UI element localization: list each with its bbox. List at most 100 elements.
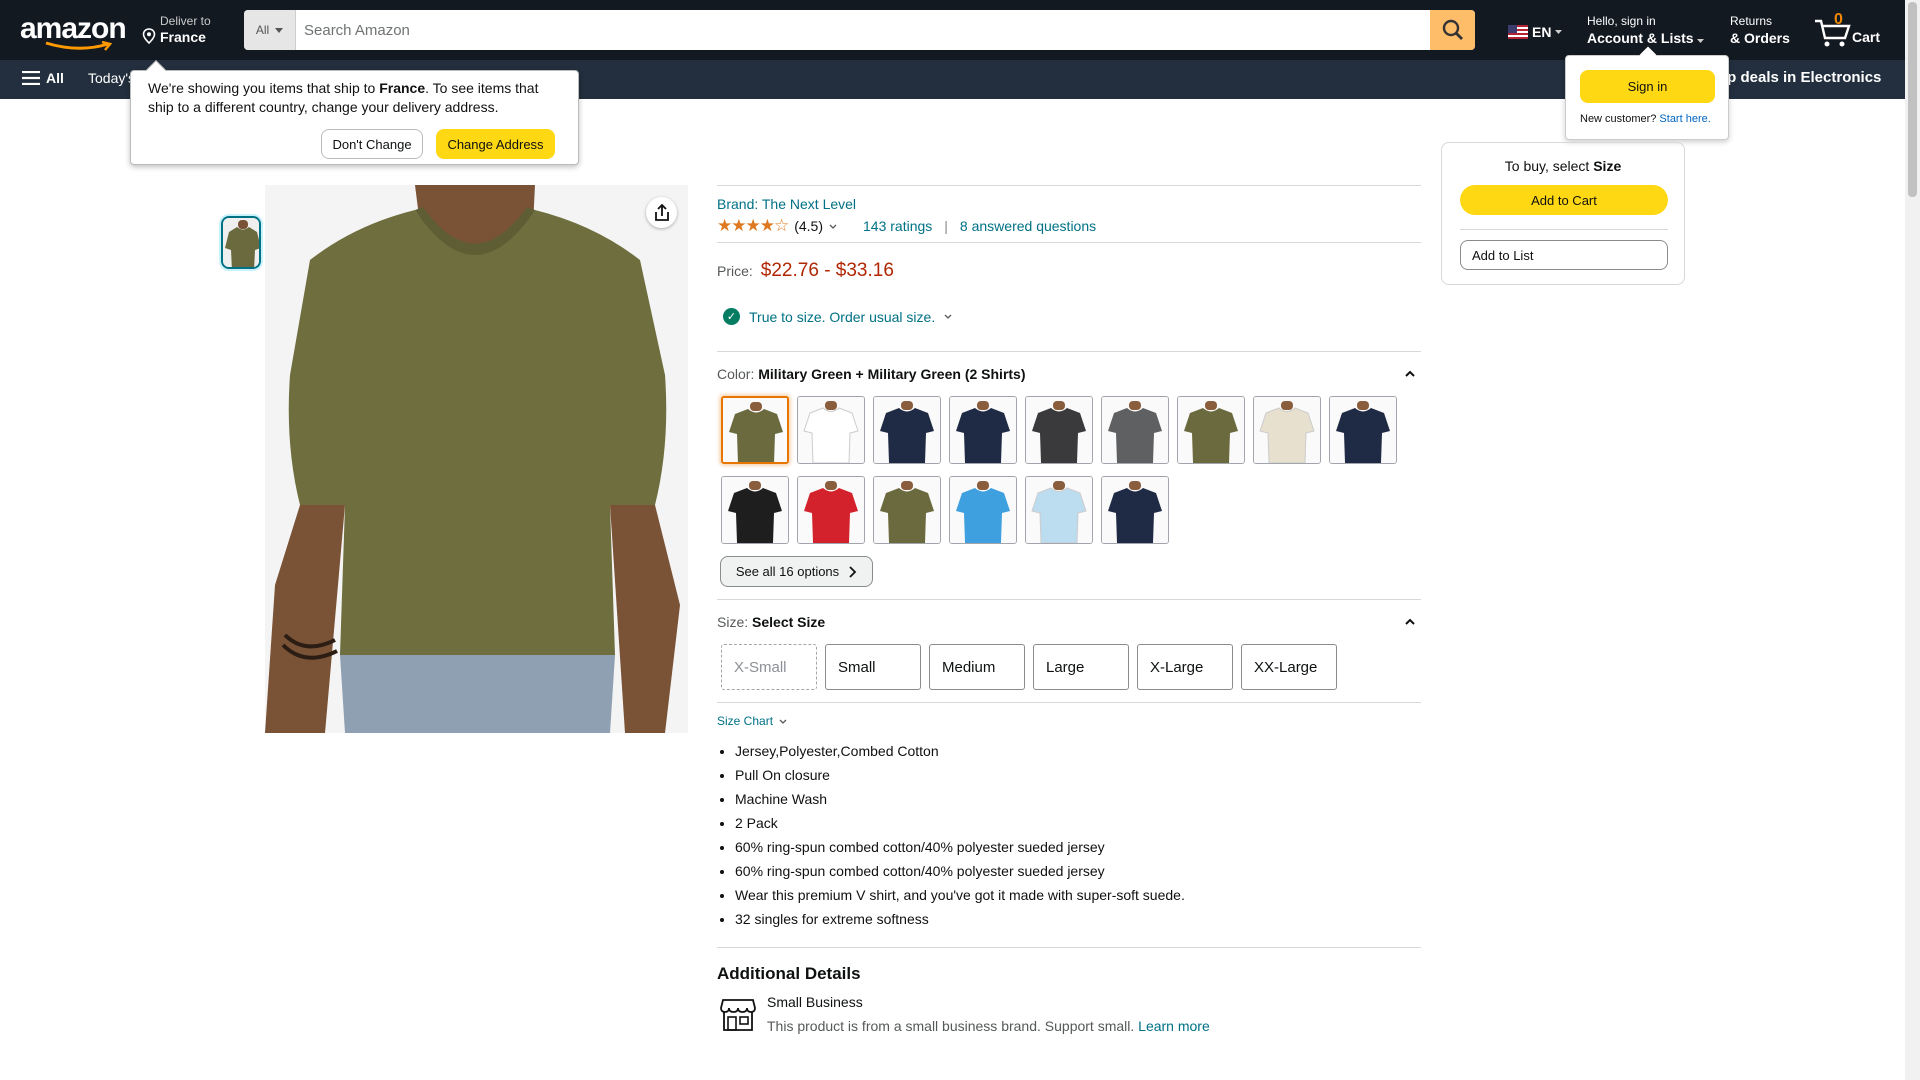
top-navbar: amazon Deliver to France All EN Hello, s… bbox=[0, 0, 1905, 60]
price-range: $22.76 - $33.16 bbox=[760, 260, 894, 281]
learn-more-link[interactable]: Learn more bbox=[1138, 1018, 1210, 1034]
account-menu[interactable]: Hello, sign in Account & Lists bbox=[1587, 14, 1705, 46]
shirt-swatch-image bbox=[798, 397, 864, 463]
caret-down-icon bbox=[1697, 39, 1705, 43]
signin-popover: Sign in New customer? Start here. bbox=[1565, 46, 1729, 140]
change-address-button[interactable]: Change Address bbox=[436, 129, 555, 159]
us-flag-icon bbox=[1508, 25, 1528, 39]
search-button[interactable] bbox=[1430, 10, 1475, 50]
dont-change-button[interactable]: Don't Change bbox=[321, 129, 423, 159]
chevron-down-icon bbox=[779, 719, 787, 724]
chevron-down-icon[interactable] bbox=[829, 224, 837, 229]
shirt-swatch-image bbox=[722, 477, 788, 543]
search-input[interactable] bbox=[296, 10, 1430, 50]
todays-deals-link[interactable]: Today's bbox=[88, 70, 135, 86]
all-menu-button[interactable]: All bbox=[22, 70, 64, 86]
color-swatch[interactable] bbox=[873, 396, 941, 464]
search-category-dropdown[interactable]: All bbox=[244, 10, 296, 50]
rating-row: ★★★★☆ (4.5) 143 ratings | 8 answered que… bbox=[717, 216, 1096, 236]
cart-label: Cart bbox=[1852, 29, 1881, 45]
cart-count: 0 bbox=[1834, 11, 1843, 28]
product-thumbnail[interactable] bbox=[221, 216, 261, 269]
size-xxlarge-button[interactable]: XX-Large bbox=[1241, 644, 1337, 690]
shirt-swatch-image bbox=[1178, 397, 1244, 463]
color-swatch[interactable] bbox=[1025, 396, 1093, 464]
shirt-swatch-image bbox=[798, 477, 864, 543]
add-to-cart-button[interactable]: Add to Cart bbox=[1460, 185, 1668, 215]
orders-label: & Orders bbox=[1730, 30, 1790, 46]
shirt-swatch-image bbox=[1102, 397, 1168, 463]
color-swatch[interactable] bbox=[797, 476, 865, 544]
buybox-title: To buy, select Size bbox=[1504, 158, 1622, 174]
color-swatch[interactable] bbox=[949, 476, 1017, 544]
hamburger-icon bbox=[22, 71, 40, 85]
color-swatch[interactable] bbox=[1025, 476, 1093, 544]
language-selector[interactable]: EN bbox=[1508, 24, 1563, 40]
feature-bullet: Jersey,Polyester,Combed Cotton bbox=[735, 739, 1185, 763]
see-all-options-button[interactable]: See all 16 options bbox=[720, 556, 873, 587]
size-xlarge-button[interactable]: X-Large bbox=[1137, 644, 1233, 690]
color-swatch[interactable] bbox=[797, 396, 865, 464]
shirt-swatch-image bbox=[1026, 477, 1092, 543]
fit-text: True to size. Order usual size. bbox=[749, 308, 936, 325]
start-here-link[interactable]: Start here. bbox=[1659, 113, 1710, 125]
cart-button[interactable]: 0 Cart bbox=[1813, 11, 1883, 52]
size-small-button[interactable]: Small bbox=[825, 644, 921, 690]
account-greeting: Hello, sign in bbox=[1587, 14, 1656, 28]
shirt-swatch-image bbox=[874, 397, 940, 463]
fit-recommendation[interactable]: ✓ True to size. Order usual size. bbox=[723, 308, 952, 325]
logo-text: amazon bbox=[20, 12, 127, 45]
color-swatch[interactable] bbox=[1329, 396, 1397, 464]
color-swatch[interactable] bbox=[1177, 396, 1245, 464]
size-medium-button[interactable]: Medium bbox=[929, 644, 1025, 690]
color-swatch[interactable] bbox=[873, 476, 941, 544]
divider bbox=[717, 947, 1421, 948]
color-swatch[interactable] bbox=[1101, 396, 1169, 464]
ratings-link[interactable]: 143 ratings bbox=[863, 218, 932, 234]
electronics-deals-link[interactable]: op deals in Electronics bbox=[1718, 69, 1881, 86]
search-icon bbox=[1442, 19, 1463, 40]
rating-value: (4.5) bbox=[794, 218, 823, 234]
questions-link[interactable]: 8 answered questions bbox=[960, 218, 1096, 234]
shirt-swatch-image bbox=[1026, 397, 1092, 463]
star-rating-icon[interactable]: ★★★★☆ bbox=[717, 216, 789, 236]
selected-color: Military Green + Military Green (2 Shirt… bbox=[758, 366, 1026, 382]
color-label: Color: Military Green + Military Green (… bbox=[717, 366, 1026, 382]
share-button[interactable] bbox=[646, 197, 677, 228]
chevron-up-icon[interactable] bbox=[1404, 367, 1416, 385]
size-xsmall-button[interactable]: X-Small bbox=[721, 644, 817, 690]
brand-link[interactable]: Brand: The Next Level bbox=[717, 196, 856, 212]
shirt-model-image bbox=[265, 185, 688, 733]
signin-button[interactable]: Sign in bbox=[1580, 70, 1715, 103]
size-large-button[interactable]: Large bbox=[1033, 644, 1129, 690]
color-swatch[interactable] bbox=[1101, 476, 1169, 544]
shirt-swatch-image bbox=[723, 398, 787, 462]
size-chart-link[interactable]: Size Chart bbox=[717, 714, 787, 728]
returns-orders[interactable]: Returns & Orders bbox=[1730, 14, 1790, 46]
share-icon bbox=[654, 203, 669, 221]
additional-details-heading: Additional Details bbox=[717, 964, 861, 983]
amazon-logo[interactable]: amazon bbox=[20, 12, 127, 51]
deliver-country: France bbox=[160, 29, 206, 45]
color-swatch[interactable] bbox=[721, 476, 789, 544]
scrollbar-thumb[interactable] bbox=[1908, 2, 1917, 197]
divider bbox=[717, 599, 1421, 600]
shirt-swatch-image bbox=[1254, 397, 1320, 463]
divider bbox=[717, 702, 1421, 703]
color-swatch[interactable] bbox=[949, 396, 1017, 464]
color-swatch[interactable] bbox=[1253, 396, 1321, 464]
product-main-image[interactable] bbox=[265, 185, 688, 733]
small-business-description: This product is from a small business br… bbox=[767, 1018, 1210, 1034]
search-bar: All bbox=[244, 10, 1475, 50]
add-to-list-button[interactable]: Add to List bbox=[1460, 240, 1668, 270]
divider bbox=[717, 242, 1421, 243]
chevron-up-icon[interactable] bbox=[1404, 615, 1416, 633]
storefront-icon bbox=[720, 998, 756, 1032]
ship-to-popover: We're showing you items that ship to Fra… bbox=[130, 60, 579, 165]
divider bbox=[717, 185, 1421, 186]
feature-bullet: Pull On closure bbox=[735, 763, 1185, 787]
color-swatch[interactable] bbox=[721, 396, 789, 464]
shirt-swatch-image bbox=[950, 397, 1016, 463]
feature-bullet: Wear this premium V shirt, and you've go… bbox=[735, 883, 1185, 907]
deliver-to[interactable]: Deliver to France bbox=[160, 14, 211, 45]
